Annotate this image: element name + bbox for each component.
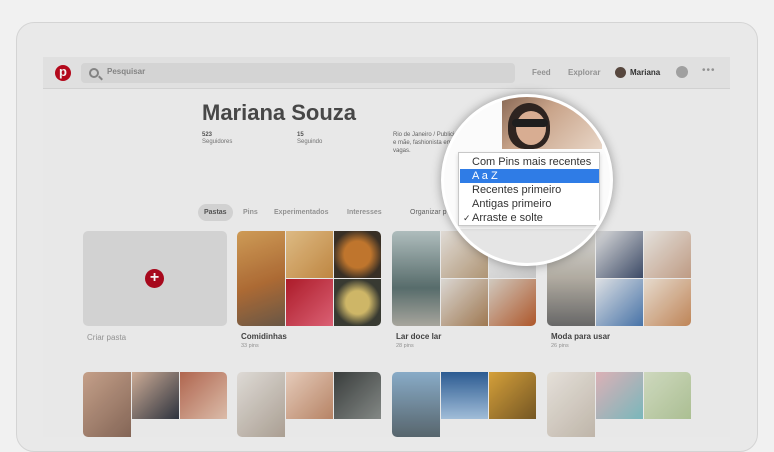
followers-label[interactable]: Seguidores — [202, 139, 232, 145]
sort-option-label: Antigas primeiro — [472, 198, 552, 210]
board-comidinhas[interactable] — [237, 231, 381, 326]
sort-option-drag-and-drop[interactable]: ✓ Arraste e solte — [460, 211, 599, 225]
board-row2-3[interactable] — [392, 372, 536, 437]
tab-pins[interactable]: Pins — [237, 204, 264, 221]
following-count[interactable]: 15 — [297, 132, 304, 138]
pin-thumbnail — [334, 372, 381, 419]
messages-icon[interactable] — [676, 66, 688, 78]
board-row2-1[interactable] — [83, 372, 227, 437]
board-title[interactable]: Comidinhas — [241, 332, 287, 341]
pin-thumbnail — [132, 372, 179, 419]
sort-option-label: A a Z — [472, 170, 498, 182]
user-profile-link[interactable]: Mariana — [630, 68, 660, 77]
browser-screen: Pesquisar Feed Explorar Mariana ••• Mari… — [43, 57, 730, 437]
explore-link[interactable]: Explorar — [568, 68, 600, 77]
pin-thumbnail — [334, 231, 381, 278]
pin-thumbnail — [334, 279, 381, 326]
sort-option-newest-first[interactable]: Recentes primeiro — [460, 183, 599, 197]
pin-thumbnail — [286, 279, 333, 326]
checkmark-icon: ✓ — [463, 213, 471, 223]
pin-thumbnail — [489, 372, 536, 419]
board-pin-count: 33 pins — [241, 343, 259, 349]
pin-thumbnail — [644, 279, 691, 326]
user-avatar[interactable] — [615, 67, 626, 78]
sort-option-label: Arraste e solte — [472, 212, 543, 224]
profile-photo-face — [516, 111, 546, 145]
pin-thumbnail — [596, 279, 643, 326]
create-board-label[interactable]: Criar pasta — [87, 333, 126, 342]
pin-thumbnail — [286, 231, 333, 278]
sort-option-latest-pins[interactable]: Com Pins mais recentes — [460, 155, 599, 169]
sort-dropdown-menu[interactable]: Com Pins mais recentes A a Z Recentes pr… — [458, 152, 600, 226]
board-cover-image — [83, 372, 131, 437]
magnifier-callout: Com Pins mais recentes A a Z Recentes pr… — [441, 94, 613, 266]
following-label[interactable]: Seguindo — [297, 139, 322, 145]
sort-option-a-to-z[interactable]: A a Z — [460, 169, 599, 183]
pinterest-logo-icon[interactable] — [55, 64, 71, 81]
pin-thumbnail — [286, 372, 333, 419]
sort-option-label: Recentes primeiro — [472, 184, 562, 196]
sort-option-label: Com Pins mais recentes — [472, 156, 592, 168]
pin-thumbnail — [644, 231, 691, 278]
board-cover-image — [547, 372, 595, 437]
search-input[interactable]: Pesquisar — [81, 63, 515, 83]
board-cover-image — [237, 372, 285, 437]
add-board-icon[interactable]: + — [145, 269, 164, 288]
board-cover-image — [237, 231, 285, 326]
pin-thumbnail — [596, 372, 643, 419]
board-row2-4[interactable] — [547, 372, 691, 437]
pin-thumbnail — [441, 279, 488, 326]
create-board-tile[interactable]: + — [83, 231, 227, 326]
more-options-icon[interactable]: ••• — [702, 65, 716, 76]
search-icon — [89, 68, 99, 78]
pin-thumbnail — [596, 231, 643, 278]
board-title[interactable]: Moda para usar — [551, 332, 610, 341]
tab-pastas[interactable]: Pastas — [198, 204, 233, 221]
pin-thumbnail — [489, 279, 536, 326]
sunglasses-icon — [512, 119, 548, 127]
board-row2-2[interactable] — [237, 372, 381, 437]
followers-count[interactable]: 523 — [202, 132, 212, 138]
pin-thumbnail — [441, 372, 488, 419]
board-cover-image — [392, 372, 440, 437]
board-pin-count: 26 pins — [551, 343, 569, 349]
organize-label: Organizar p — [410, 209, 447, 216]
tab-interesses[interactable]: Interesses — [341, 204, 388, 221]
board-pin-count: 28 pins — [396, 343, 414, 349]
profile-name: Mariana Souza — [202, 100, 357, 125]
board-preview-background — [458, 229, 602, 263]
board-title[interactable]: Lar doce lar — [396, 332, 441, 341]
board-cover-image — [392, 231, 440, 326]
tab-experimentados[interactable]: Experimentados — [268, 204, 334, 221]
search-placeholder: Pesquisar — [107, 67, 146, 76]
feed-link[interactable]: Feed — [532, 68, 551, 77]
sort-option-oldest-first[interactable]: Antigas primeiro — [460, 197, 599, 211]
top-navigation-bar: Pesquisar Feed Explorar Mariana ••• — [43, 57, 730, 89]
pin-thumbnail — [644, 372, 691, 419]
pin-thumbnail — [180, 372, 227, 419]
